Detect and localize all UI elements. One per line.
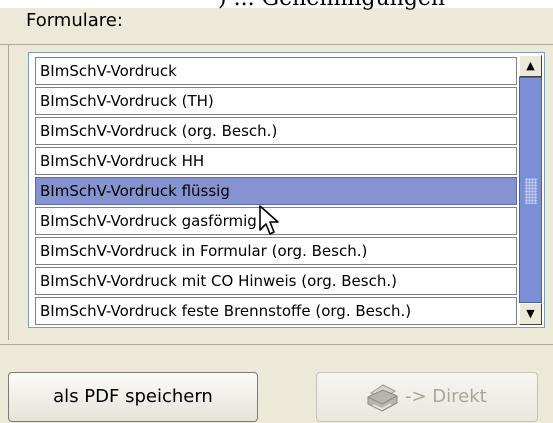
cut-off-heading: ) ... Genehmigungen	[218, 0, 445, 11]
arrow-down-icon: ▼	[526, 307, 535, 320]
print-direct-label: -> Direkt	[405, 386, 487, 407]
group-border-left	[8, 44, 9, 340]
formular-listbox[interactable]: BImSchV-Vordruck BImSchV-Vordruck (TH) B…	[28, 52, 545, 328]
scroll-thumb[interactable]	[519, 77, 542, 303]
formular-list-area: BImSchV-Vordruck BImSchV-Vordruck (TH) B…	[31, 55, 517, 325]
formulare-group-label: Formulare:	[26, 10, 123, 31]
list-item[interactable]: BImSchV-Vordruck in Formular (org. Besch…	[35, 237, 517, 265]
arrow-up-icon: ▲	[526, 59, 535, 72]
print-direct-button[interactable]: -> Direkt	[316, 372, 538, 422]
top-strip: ) ... Genehmigungen	[0, 0, 553, 11]
list-item[interactable]: BImSchV-Vordruck HH	[35, 147, 517, 175]
save-as-pdf-label: als PDF speichern	[53, 386, 213, 407]
list-item[interactable]: BImSchV-Vordruck feste Brennstoffe (org.…	[35, 297, 517, 325]
scroll-up-button[interactable]: ▲	[519, 55, 542, 77]
section-separator	[0, 344, 553, 345]
list-item[interactable]: BImSchV-Vordruck	[35, 57, 517, 85]
list-item[interactable]: BImSchV-Vordruck mit CO Hinweis (org. Be…	[35, 267, 517, 295]
mouse-cursor-icon	[259, 205, 279, 235]
group-border-top	[0, 44, 553, 45]
list-item[interactable]: BImSchV-Vordruck (TH)	[35, 87, 517, 115]
printer-icon	[367, 384, 398, 412]
list-scrollbar[interactable]: ▲ ▼	[519, 55, 542, 325]
scroll-down-button[interactable]: ▼	[519, 303, 542, 325]
save-as-pdf-button[interactable]: als PDF speichern	[8, 372, 258, 422]
grip-icon	[525, 178, 537, 204]
list-item-selected[interactable]: BImSchV-Vordruck flüssig	[35, 177, 517, 205]
list-item[interactable]: BImSchV-Vordruck (org. Besch.)	[35, 117, 517, 145]
